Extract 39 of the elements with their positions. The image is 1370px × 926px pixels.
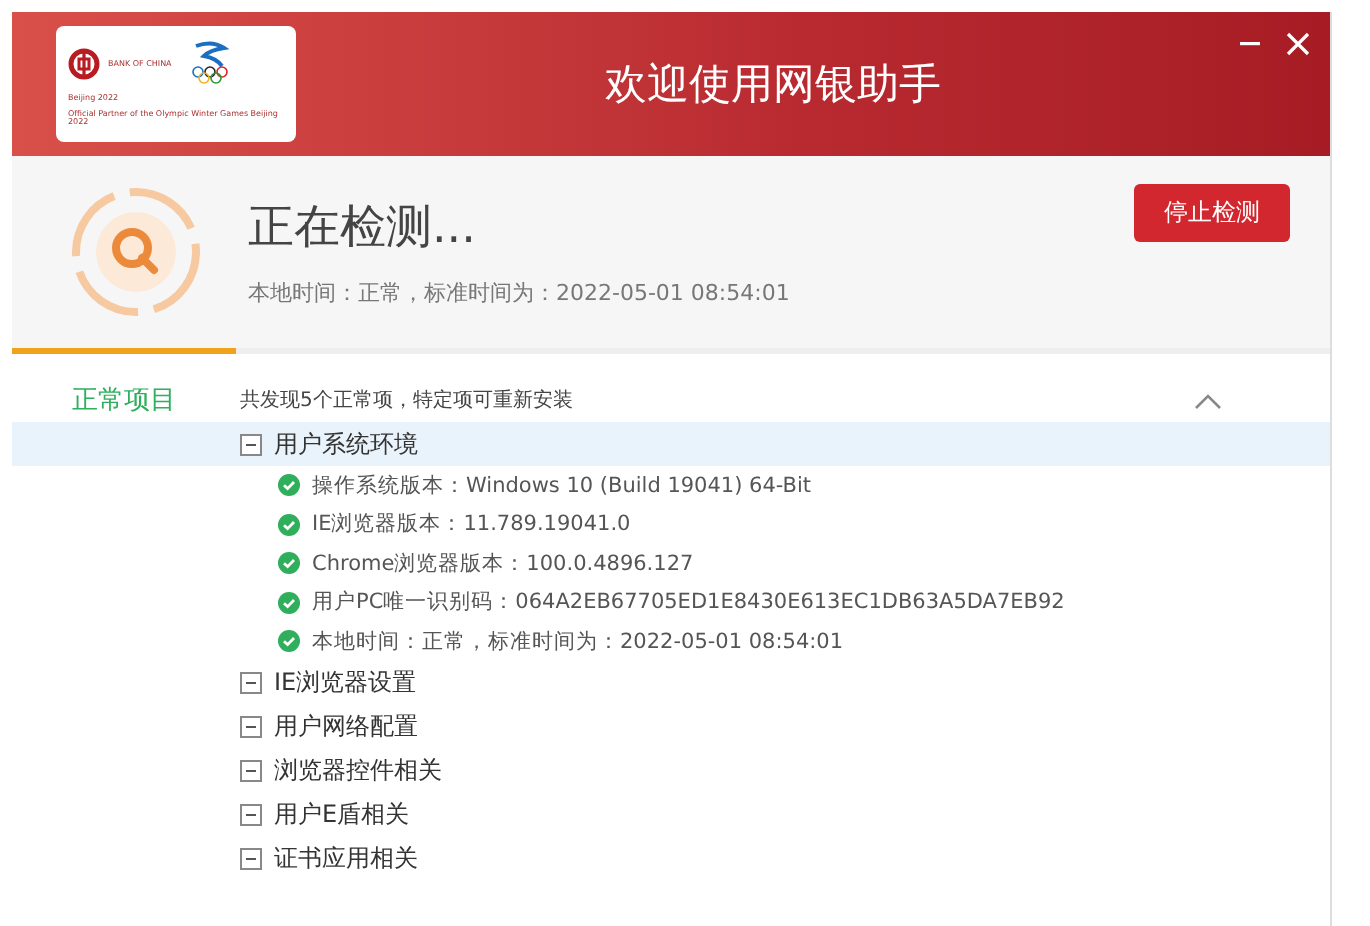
check-circle-icon	[278, 591, 300, 614]
group-label: 证书应用相关	[274, 842, 418, 876]
group-label: 浏览器控件相关	[274, 754, 442, 788]
collapse-box-icon[interactable]	[240, 848, 262, 870]
close-icon	[1286, 32, 1310, 56]
search-scan-icon	[68, 184, 204, 320]
category-label: 正常项目	[72, 384, 178, 418]
check-circle-icon	[278, 552, 300, 575]
status-detail: 本地时间：正常，标准时间为：2022-05-01 08:54:01	[248, 278, 792, 308]
check-result: 操作系统版本：Windows 10 (Build 19041) 64-Bit	[312, 471, 812, 500]
check-circle-icon	[278, 474, 300, 497]
status-heading: 正在检测...	[248, 200, 478, 258]
check-result: Chrome浏览器版本：100.0.4896.127	[312, 549, 694, 578]
stop-button[interactable]: 停止检测	[1134, 184, 1290, 242]
check-circle-icon	[278, 630, 300, 653]
check-circle-icon	[278, 513, 300, 536]
tree-group-row[interactable]: IE浏览器设置	[12, 661, 1330, 705]
tree-group-row[interactable]: 用户网络配置	[12, 705, 1330, 749]
collapse-box-icon[interactable]	[240, 760, 262, 782]
check-result: 本地时间：正常，标准时间为：2022-05-01 08:54:01	[312, 627, 844, 656]
group-label: IE浏览器设置	[274, 666, 417, 700]
tree-group-row[interactable]: 证书应用相关	[12, 837, 1330, 881]
group-label: 用户网络配置	[274, 710, 418, 744]
group-label: 用户E盾相关	[274, 798, 410, 832]
group-label: 用户系统环境	[274, 427, 418, 461]
tree-group-row[interactable]: 用户系统环境	[12, 422, 1330, 466]
tree-group-row[interactable]: 用户E盾相关	[12, 793, 1330, 837]
tree-group-row[interactable]: 浏览器控件相关	[12, 749, 1330, 793]
check-result: IE浏览器版本：11.789.19041.0	[312, 510, 631, 539]
category-summary: 共发现5个正常项，特定项可重新安装	[240, 387, 575, 414]
check-result: 用户PC唯一识别码：064A2EB67705ED1E8430E613EC1DB63A5DA7EB92	[312, 588, 1065, 617]
close-button[interactable]	[1286, 32, 1310, 56]
collapse-box-icon[interactable]	[240, 433, 262, 455]
collapse-box-icon[interactable]	[240, 804, 262, 826]
bank-emblem-icon	[68, 48, 100, 81]
window-title: 欢迎使用网银助手	[603, 58, 943, 112]
collapse-box-icon[interactable]	[240, 672, 262, 694]
collapse-chevron-icon[interactable]	[1194, 391, 1222, 409]
collapse-box-icon[interactable]	[240, 716, 262, 738]
